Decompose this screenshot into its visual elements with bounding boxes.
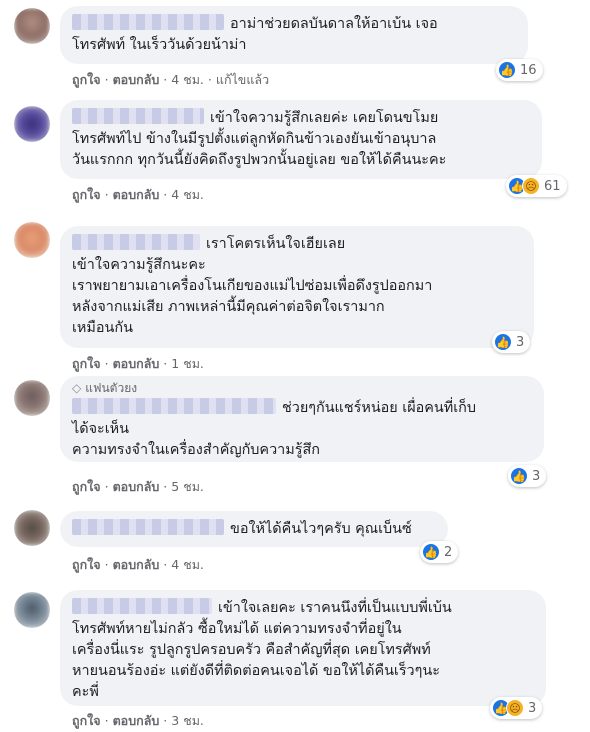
comment-bubble: อาม่าช่วยดลบันดาลให้อาเบ้น เจอ โทรศัพท์ … bbox=[60, 6, 528, 64]
like-icon: 👍 bbox=[510, 467, 528, 485]
commenter-name-redacted[interactable] bbox=[72, 108, 204, 124]
reply-link[interactable]: ตอบกลับ bbox=[113, 72, 160, 87]
comment-bubble: เราโคตรเห็นใจเฮียเลย เข้าใจความรู้สึกนะค… bbox=[60, 226, 534, 348]
reply-link[interactable]: ตอบกลับ bbox=[113, 479, 160, 494]
reaction-count: 61 bbox=[544, 178, 561, 194]
comment-text-line: เครื่องนี่แระ รูปลูกรูปครอบครัว คือสำคัญ… bbox=[72, 642, 431, 658]
comment-text-line: ความทรงจำในเครื่องสำคัญกับความรู้สึก bbox=[72, 442, 320, 458]
timestamp[interactable]: 5 ชม. bbox=[171, 479, 204, 494]
comment-text-line: อาม่าช่วยดลบันดาลให้อาเบ้น เจอ bbox=[72, 14, 516, 35]
reaction-summary[interactable]: 👍 16 bbox=[496, 59, 543, 81]
reaction-count: 3 bbox=[528, 700, 537, 716]
timestamp[interactable]: 4 ชม. bbox=[171, 72, 204, 87]
reaction-summary[interactable]: 👍 3 bbox=[492, 331, 531, 353]
avatar[interactable] bbox=[14, 592, 50, 628]
comment-text-line: ขอให้ได้คืนไวๆครับ คุณเบ็นซ์ bbox=[72, 519, 436, 540]
comment-text-line: เราพยายามเอาเครื่องโนเกียของแม่ไปซ่อมเพื… bbox=[72, 278, 433, 294]
like-link[interactable]: ถูกใจ bbox=[72, 557, 101, 572]
edited-label[interactable]: แก้ไขแล้ว bbox=[216, 72, 269, 87]
commenter-name-redacted[interactable] bbox=[72, 234, 200, 250]
reaction-summary[interactable]: 👍 ☹ 61 bbox=[506, 175, 567, 197]
comment-text-line: เข้าใจความรู้สึกเลยค่ะ เคยโดนขโมย bbox=[72, 108, 530, 129]
reaction-summary[interactable]: 👍 3 bbox=[508, 465, 547, 487]
reaction-summary[interactable]: 👍 2 bbox=[420, 541, 459, 563]
sad-icon: ☹ bbox=[506, 699, 524, 717]
avatar[interactable] bbox=[14, 106, 50, 142]
comment-actions: ถูกใจ · ตอบกลับ · 4 ชม. bbox=[72, 187, 204, 202]
reply-link[interactable]: ตอบกลับ bbox=[113, 557, 160, 572]
like-link[interactable]: ถูกใจ bbox=[72, 72, 101, 87]
reaction-count: 3 bbox=[532, 468, 541, 484]
reply-link[interactable]: ตอบกลับ bbox=[113, 713, 160, 728]
timestamp[interactable]: 3 ชม. bbox=[171, 713, 204, 728]
comment-bubble: เข้าใจความรู้สึกเลยค่ะ เคยโดนขโมย โทรศัพ… bbox=[60, 100, 542, 179]
comment-actions: ถูกใจ · ตอบกลับ · 1 ชม. bbox=[72, 356, 204, 371]
comment-bubble: ◇ แฟนตัวยง ช่วยๆกันแชร์หน่อย เผื่อคนที่เก… bbox=[60, 376, 544, 462]
comment-actions: ถูกใจ · ตอบกลับ · 4 ชม. bbox=[72, 557, 204, 572]
top-fan-badge[interactable]: ◇ แฟนตัวยง bbox=[72, 380, 532, 396]
comment-text-line: เราโคตรเห็นใจเฮียเลย bbox=[72, 234, 522, 255]
reply-link[interactable]: ตอบกลับ bbox=[113, 356, 160, 371]
commenter-name-redacted[interactable] bbox=[72, 598, 212, 614]
comment-text-line: เข้าใจเลยคะ เราคนนึงที่เป็นแบบพี่เบ้น bbox=[72, 598, 534, 619]
like-link[interactable]: ถูกใจ bbox=[72, 356, 101, 371]
like-link[interactable]: ถูกใจ bbox=[72, 713, 101, 728]
timestamp[interactable]: 1 ชม. bbox=[171, 356, 204, 371]
diamond-icon: ◇ bbox=[72, 381, 82, 395]
comment-text-line: วันแรกกก ทุกวันนี้ยังคิดถึงรูปพวกนั้นอยู… bbox=[72, 152, 447, 168]
reaction-count: 16 bbox=[520, 62, 537, 78]
avatar[interactable] bbox=[14, 8, 50, 44]
comment-bubble: เข้าใจเลยคะ เราคนนึงที่เป็นแบบพี่เบ้น โท… bbox=[60, 590, 546, 706]
reaction-count: 3 bbox=[516, 334, 525, 350]
commenter-name-redacted[interactable] bbox=[72, 398, 276, 414]
comment-text-line: ช่วยๆกันแชร์หน่อย เผื่อคนที่เก็บ bbox=[72, 398, 532, 419]
comment-actions: ถูกใจ · ตอบกลับ · 4 ชม. · แก้ไขแล้ว bbox=[72, 72, 270, 87]
timestamp[interactable]: 4 ชม. bbox=[171, 557, 204, 572]
comment-actions: ถูกใจ · ตอบกลับ · 3 ชม. bbox=[72, 713, 204, 728]
commenter-name-redacted[interactable] bbox=[72, 519, 224, 535]
comment-actions: ถูกใจ · ตอบกลับ · 5 ชม. bbox=[72, 479, 204, 494]
reaction-summary[interactable]: 👍 ☹ 3 bbox=[490, 697, 543, 719]
commenter-name-redacted[interactable] bbox=[72, 14, 224, 30]
comment-text-line: โทรศัพท์ ในเร็ววันด้วยน้าม่า bbox=[72, 37, 247, 53]
like-link[interactable]: ถูกใจ bbox=[72, 479, 101, 494]
comment-text-line: โทรศัพท์หายไม่กลัว ซื้อใหม่ได้ แต่ความทร… bbox=[72, 621, 402, 637]
comment-text-line: เข้าใจความรู้สึกนะคะ bbox=[72, 257, 206, 273]
comment-text-line: หายนอนร้องอ่ะ แต่ยังดีที่ติดต่อคนเจอได้ … bbox=[72, 663, 440, 679]
comment-text-line: โทรศัพท์ไป ข้างในมีรูปตั้งแต่ลูกหัดกินข้… bbox=[72, 131, 437, 147]
like-icon: 👍 bbox=[422, 543, 440, 561]
like-link[interactable]: ถูกใจ bbox=[72, 187, 101, 202]
timestamp[interactable]: 4 ชม. bbox=[171, 187, 204, 202]
comment-text-line: ได้จะเห็น bbox=[72, 421, 129, 437]
comment-text-line: เหมือนกัน bbox=[72, 320, 133, 336]
comment-text-line: คะพี่ bbox=[72, 684, 99, 700]
like-icon: 👍 bbox=[494, 333, 512, 351]
reaction-count: 2 bbox=[444, 544, 453, 560]
sad-icon: ☹ bbox=[522, 177, 540, 195]
avatar[interactable] bbox=[14, 510, 50, 546]
reply-link[interactable]: ตอบกลับ bbox=[113, 187, 160, 202]
like-icon: 👍 bbox=[498, 61, 516, 79]
comment-bubble: ขอให้ได้คืนไวๆครับ คุณเบ็นซ์ bbox=[60, 511, 448, 547]
avatar[interactable] bbox=[14, 222, 50, 258]
avatar[interactable] bbox=[14, 380, 50, 416]
comment-text-line: หลังจากแม่เสีย ภาพเหล่านี้มีคุณค่าต่อจิต… bbox=[72, 299, 385, 315]
